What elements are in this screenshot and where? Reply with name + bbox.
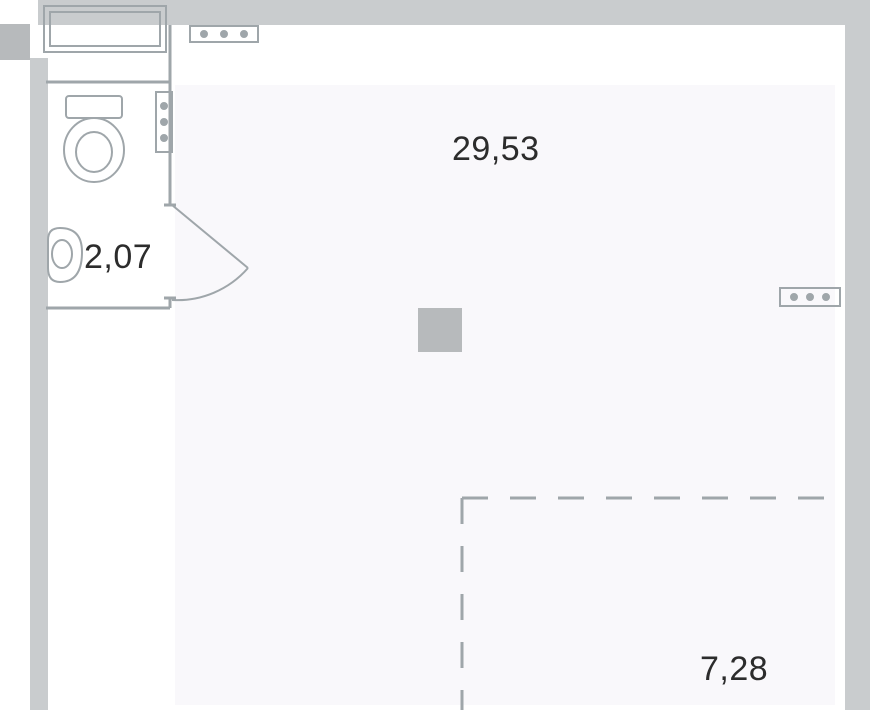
zone-area-label: 7,28 (700, 650, 768, 689)
pillar-icon (418, 308, 462, 352)
vent-icon (190, 26, 258, 42)
entrance-window-icon (44, 6, 166, 52)
sink-icon (48, 228, 82, 282)
main-room-fill (175, 85, 835, 705)
floor-plan-svg (0, 0, 870, 710)
toilet-icon (64, 96, 124, 182)
bathroom-area-label: 2,07 (84, 238, 152, 277)
floor-plan: 29,53 2,07 7,28 (0, 0, 870, 710)
main-room-area-label: 29,53 (452, 130, 540, 169)
